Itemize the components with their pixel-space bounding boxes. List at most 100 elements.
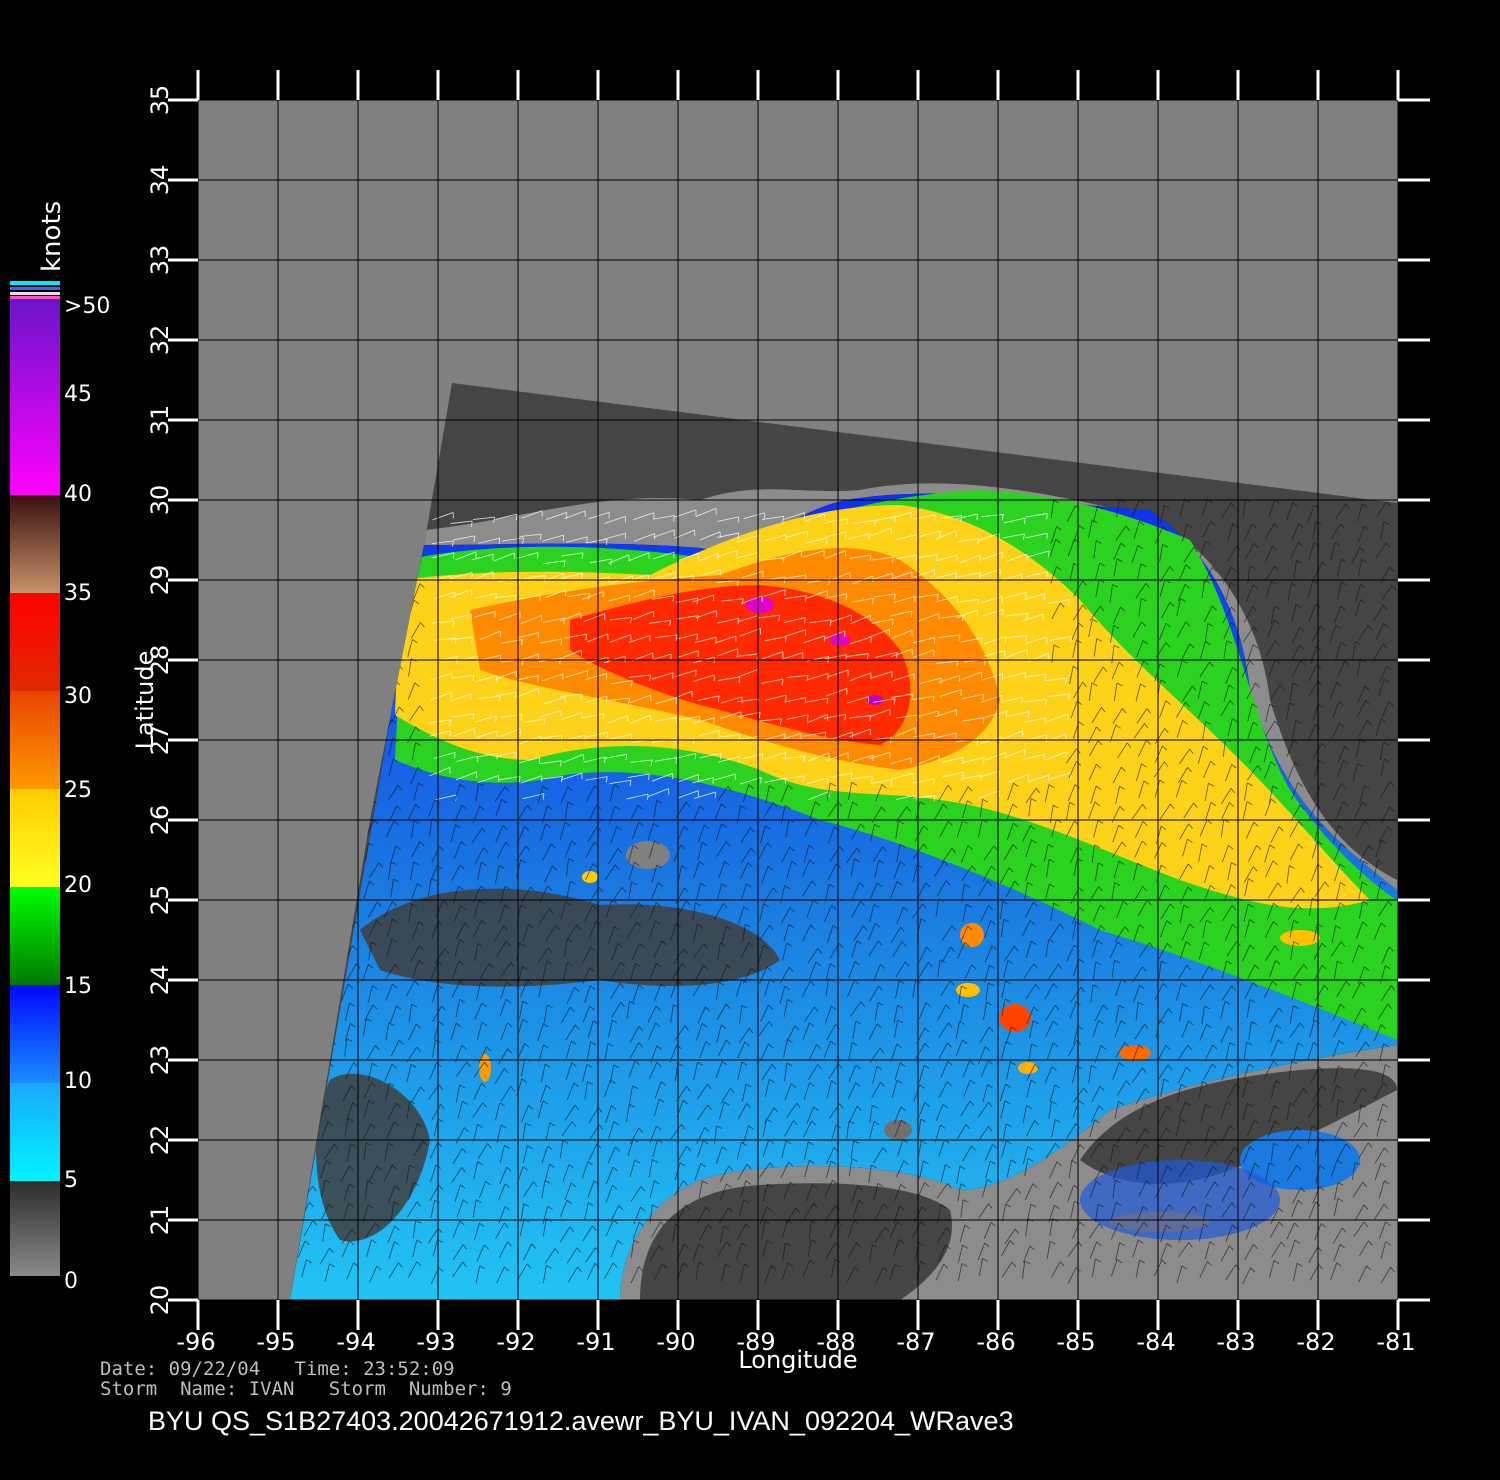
wind-barb-flag bbox=[1024, 518, 1026, 525]
lon-tick-label: -87 bbox=[896, 1328, 935, 1356]
wind-barb-flag bbox=[537, 632, 539, 639]
wind-barb-flag bbox=[647, 794, 649, 801]
lon-tick-label: -95 bbox=[256, 1328, 295, 1356]
wind-barb-flag bbox=[604, 756, 606, 764]
wind-barb-flag bbox=[912, 773, 915, 780]
lat-tick-label: 33 bbox=[146, 245, 174, 276]
wind-barb-flag bbox=[498, 538, 501, 545]
colorbar-segment bbox=[10, 691, 60, 789]
colorbar-label: 0 bbox=[64, 1269, 78, 1294]
colorbar-unit: knots bbox=[37, 201, 67, 272]
colorbar-cap bbox=[10, 292, 60, 295]
colorbar-cap bbox=[10, 296, 60, 299]
wind-barb-flag bbox=[476, 656, 478, 663]
wind-barb-flag bbox=[538, 757, 541, 764]
colorbar-label: 30 bbox=[64, 684, 92, 709]
colorbar-segment bbox=[10, 299, 60, 495]
wind-barb-flag bbox=[910, 611, 913, 618]
colorbar-label: 25 bbox=[64, 778, 92, 803]
colorbar-label: 10 bbox=[64, 1069, 92, 1094]
lon-tick-label: -93 bbox=[416, 1328, 455, 1356]
lat-tick-label: 25 bbox=[146, 885, 174, 916]
wind-barb-flag bbox=[606, 732, 609, 739]
lon-tick-label: -94 bbox=[336, 1328, 375, 1356]
squall bbox=[999, 1004, 1031, 1032]
wind-barb-flag bbox=[845, 531, 847, 538]
lon-tick-label: -82 bbox=[1296, 1328, 1335, 1356]
squall bbox=[956, 983, 980, 997]
colorbar-segment bbox=[10, 593, 60, 691]
wind-map: -96 -95 -94 -93 -92 -91 -90 -89 -88 -87 -86 -85 -84-… bbox=[10, 70, 1430, 1374]
lat-tick-label: 31 bbox=[146, 405, 174, 436]
lat-tick-label: 34 bbox=[146, 165, 174, 196]
wind-barb-flag bbox=[825, 538, 828, 545]
wind-barb-flag bbox=[696, 633, 698, 641]
lat-tick-label: 21 bbox=[146, 1205, 174, 1236]
colorbar-label: 5 bbox=[64, 1168, 78, 1193]
wind-barb-flag bbox=[712, 777, 714, 784]
colorbar-label: 40 bbox=[64, 482, 92, 507]
colorbar-segment bbox=[10, 789, 60, 887]
colorbar-label: >50 bbox=[64, 294, 110, 319]
wind-barb-flag bbox=[976, 513, 978, 521]
wind-barb-flag bbox=[713, 717, 715, 724]
info-storm-line: Storm Name: IVAN Storm Number: 9 bbox=[100, 1378, 512, 1400]
wind-barb-flag bbox=[916, 534, 918, 541]
wind-barb-flag bbox=[542, 793, 545, 800]
colorbar-label: 15 bbox=[64, 974, 92, 999]
colorbar-label: 45 bbox=[64, 382, 92, 407]
lat-tick-label: 20 bbox=[146, 1285, 174, 1316]
wind-barb-flag bbox=[896, 652, 898, 659]
wind-barb-flag bbox=[515, 514, 518, 521]
lat-tick-label: 22 bbox=[146, 1125, 174, 1156]
lon-tick-label: -84 bbox=[1136, 1328, 1175, 1356]
colorbar-segment bbox=[10, 887, 60, 985]
lon-tick-label: -96 bbox=[176, 1328, 215, 1356]
y-axis-label: Latitude bbox=[131, 651, 159, 750]
wind-barb-flag bbox=[738, 756, 740, 763]
colorbar-segment bbox=[10, 985, 60, 1083]
magenta-spot bbox=[746, 597, 774, 613]
lon-tick-label: -81 bbox=[1376, 1328, 1415, 1356]
colorbar-cap bbox=[10, 287, 60, 290]
colorbar-cap bbox=[10, 281, 60, 285]
lat-tick-label: 23 bbox=[146, 1045, 174, 1076]
colorbar-label: 35 bbox=[64, 581, 92, 606]
lat-tick-label: 24 bbox=[146, 965, 174, 996]
lat-tick-label: 26 bbox=[146, 805, 174, 836]
squall bbox=[1080, 1160, 1280, 1240]
lat-tick-label: 35 bbox=[146, 85, 174, 116]
colorbar-labels: >50 45 40 35 30 25 20 15 10 5 0 bbox=[64, 294, 110, 1294]
wind-barb-flag bbox=[494, 611, 496, 618]
lat-tick-label: 29 bbox=[146, 565, 174, 596]
lat-tick-label: 30 bbox=[146, 485, 174, 516]
lon-tick-label: -83 bbox=[1216, 1328, 1255, 1356]
wind-barb-flag bbox=[470, 614, 472, 621]
colorbar-segment bbox=[10, 495, 60, 593]
wind-barb-flag bbox=[630, 734, 633, 741]
file-title: BYU QS_S1B27403.20042671912.avewr_BYU_IV… bbox=[148, 1406, 1014, 1436]
wind-barb-flag bbox=[868, 533, 870, 540]
lon-tick-label: -92 bbox=[496, 1328, 535, 1356]
colorbar-segment bbox=[10, 1083, 60, 1181]
squall bbox=[582, 871, 598, 883]
wind-barb-flag bbox=[452, 552, 455, 559]
colorbar: knots >50 45 40 35 30 25 20 15 10 5 0 bbox=[10, 201, 110, 1294]
lon-tick-label: -86 bbox=[976, 1328, 1015, 1356]
wind-barb-flag bbox=[581, 573, 583, 580]
lon-tick-label: -85 bbox=[1056, 1328, 1095, 1356]
colorbar-segment bbox=[10, 1181, 60, 1276]
wind-barb-flag bbox=[850, 772, 853, 779]
wind-barb-flag bbox=[933, 637, 936, 644]
wind-barb-flag bbox=[956, 596, 959, 603]
swath-layer bbox=[290, 383, 1397, 1300]
wind-barb-flag bbox=[962, 772, 964, 779]
wind-barb-flag bbox=[761, 753, 764, 760]
lon-tick-label: -90 bbox=[656, 1328, 695, 1356]
lat-tick-label: 32 bbox=[146, 325, 174, 356]
squall bbox=[1018, 1062, 1038, 1074]
wind-barb-flag bbox=[694, 753, 697, 760]
wind-barb-flag bbox=[495, 593, 498, 600]
squall bbox=[1119, 1045, 1151, 1061]
x-axis-label: Longitude bbox=[738, 1346, 857, 1374]
